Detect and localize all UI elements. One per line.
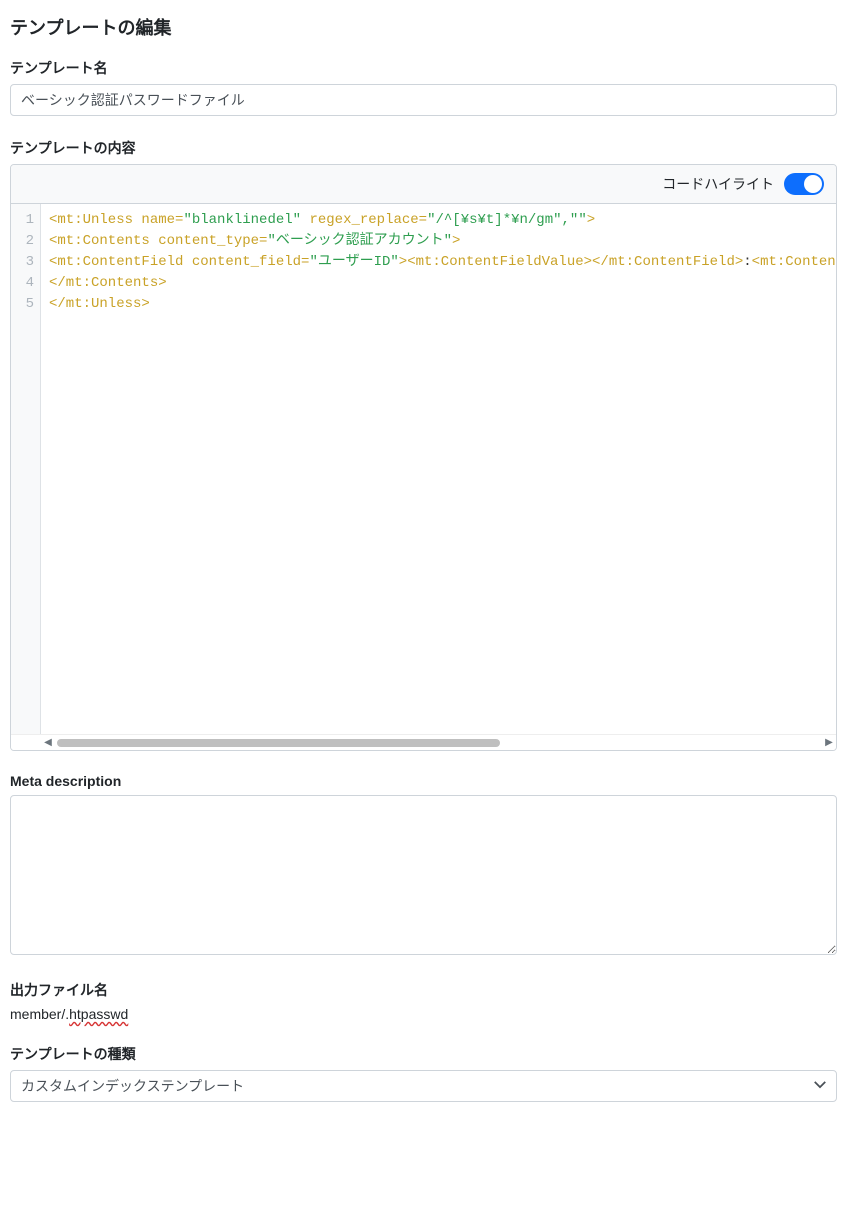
code-highlight-toggle[interactable] [784, 173, 824, 195]
output-filename-label: 出力ファイル名 [10, 980, 837, 1000]
code-highlight-label: コードハイライト [662, 174, 774, 194]
code-lines[interactable]: <mt:Unless name="blanklinedel" regex_rep… [41, 204, 836, 321]
scroll-right-arrow-icon[interactable]: ▶ [822, 737, 836, 748]
scroll-track[interactable] [57, 739, 820, 747]
scroll-thumb[interactable] [57, 739, 500, 747]
output-filename-input[interactable]: member/.htpasswd [10, 1006, 837, 1022]
line-number: 1 [11, 210, 34, 231]
code-scroll[interactable]: <mt:Unless name="blanklinedel" regex_rep… [41, 204, 836, 734]
code-line[interactable]: </mt:Contents> [49, 273, 836, 294]
editor-toolbar: コードハイライト [11, 165, 836, 204]
code-gutter: 12345 [11, 204, 41, 734]
meta-description-textarea[interactable] [10, 795, 837, 955]
code-line[interactable]: <mt:ContentField content_field="ユーザーID">… [49, 252, 836, 273]
scroll-left-arrow-icon[interactable]: ◀ [41, 737, 55, 748]
template-type-select[interactable]: カスタムインデックステンプレート [10, 1070, 837, 1102]
template-type-label: テンプレートの種類 [10, 1044, 837, 1064]
output-filename-prefix: member/. [10, 1006, 69, 1022]
line-number: 5 [11, 294, 34, 315]
template-name-input[interactable] [10, 84, 837, 116]
page-title: テンプレートの編集 [10, 14, 837, 40]
line-number: 4 [11, 273, 34, 294]
code-line[interactable]: <mt:Contents content_type="ベーシック認証アカウント"… [49, 231, 836, 252]
code-line[interactable]: <mt:Unless name="blanklinedel" regex_rep… [49, 210, 836, 231]
output-filename-spellerr: htpasswd [69, 1006, 128, 1022]
toggle-knob [804, 175, 822, 193]
editor-horizontal-scrollbar: ◀ ▶ [11, 734, 836, 750]
code-editor: コードハイライト 12345 <mt:Unless name="blanklin… [10, 164, 837, 751]
line-number: 3 [11, 252, 34, 273]
meta-description-label: Meta description [10, 773, 837, 789]
code-line[interactable]: </mt:Unless> [49, 294, 836, 315]
template-name-label: テンプレート名 [10, 58, 837, 78]
template-body-label: テンプレートの内容 [10, 138, 837, 158]
line-number: 2 [11, 231, 34, 252]
